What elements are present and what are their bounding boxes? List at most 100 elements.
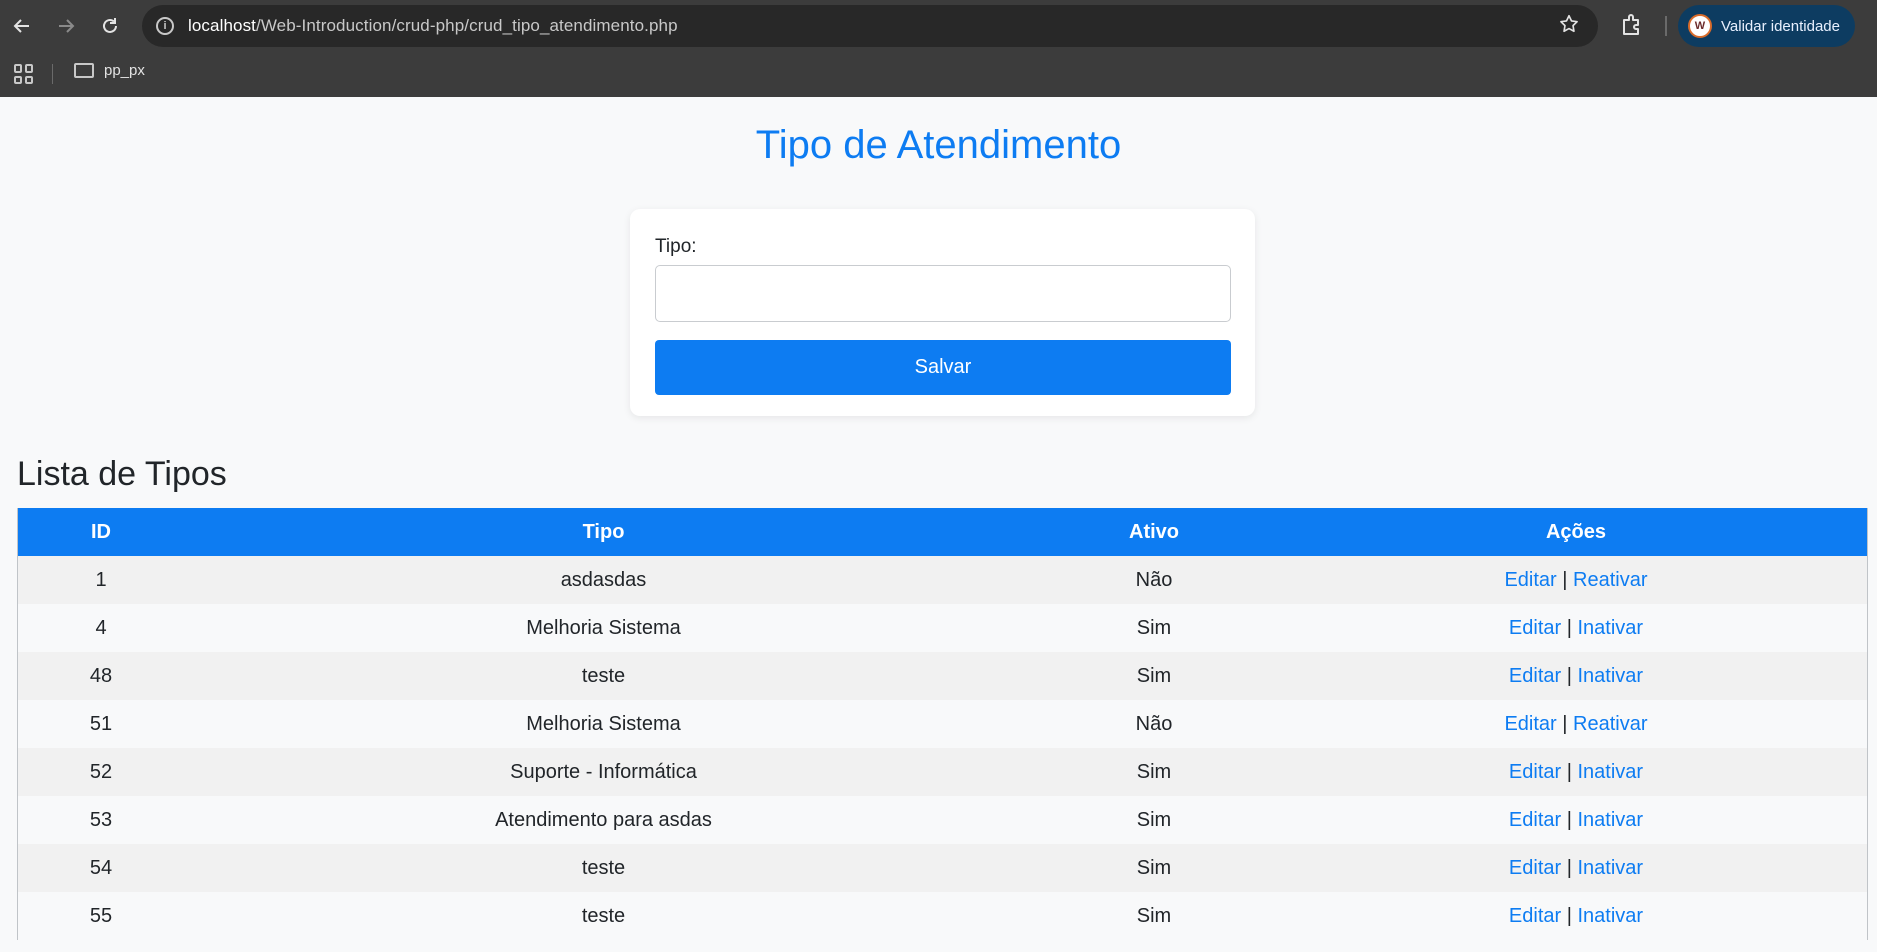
inactivate-link[interactable]: Inativar	[1577, 809, 1643, 831]
inactivate-link[interactable]: Inativar	[1577, 857, 1643, 879]
edit-link[interactable]: Editar	[1509, 905, 1561, 927]
action-separator: |	[1562, 712, 1568, 735]
cell-acoes: Editar | Inativar	[1285, 748, 1867, 796]
cell-acoes: Editar | Inativar	[1285, 652, 1867, 700]
inactivate-link[interactable]: Inativar	[1577, 905, 1643, 927]
browser-chrome: i localhost/Web-Introduction/crud-php/cr…	[0, 0, 1877, 97]
url-host: localhost	[188, 16, 256, 35]
inactivate-link[interactable]: Inativar	[1577, 617, 1643, 639]
reactivate-link[interactable]: Reativar	[1573, 713, 1647, 735]
browser-toolbar: i localhost/Web-Introduction/crud-php/cr…	[0, 0, 1877, 52]
inactivate-link[interactable]: Inativar	[1577, 665, 1643, 687]
table-header-row: ID Tipo Ativo Ações	[18, 508, 1867, 556]
header-tipo: Tipo	[582, 520, 625, 543]
page-title: Tipo de Atendimento	[755, 123, 1122, 167]
table-row: 51 Melhoria Sistema Não Editar | Reativa…	[18, 700, 1867, 748]
header-ativo: Ativo	[1129, 520, 1179, 543]
table-row: 52 Suporte - Informática Sim Editar | In…	[18, 748, 1867, 796]
tipo-input[interactable]	[655, 265, 1231, 322]
cell-acoes: Editar | Reativar	[1285, 556, 1867, 604]
cell-ativo: Não	[1135, 712, 1173, 735]
apps-grid-icon[interactable]	[14, 64, 34, 84]
cell-tipo: Atendimento para asdas	[495, 808, 712, 831]
header-id: ID	[91, 520, 111, 543]
cell-ativo: Sim	[1136, 904, 1172, 927]
cell-id: 53	[89, 808, 113, 831]
header-acoes: Ações	[1545, 520, 1607, 543]
url-text[interactable]: localhost/Web-Introduction/crud-php/crud…	[188, 16, 678, 36]
list-title: Lista de Tipos	[17, 455, 227, 493]
table-row: 4 Melhoria Sistema Sim Editar | Inativar	[18, 604, 1867, 652]
table-row: 54 teste Sim Editar | Inativar	[18, 844, 1867, 892]
bookmarks-bar: pp_px	[0, 52, 1877, 97]
bookmarks-separator	[52, 64, 53, 84]
profile-button[interactable]: W Validar identidade	[1678, 5, 1855, 47]
cell-ativo: Sim	[1136, 760, 1172, 783]
edit-link[interactable]: Editar	[1509, 761, 1561, 783]
types-table-wrapper: ID Tipo Ativo Ações 1 asdasdas Não Edita…	[17, 508, 1868, 940]
tipo-label: Tipo:	[655, 236, 697, 257]
edit-link[interactable]: Editar	[1509, 665, 1561, 687]
cell-acoes: Editar | Inativar	[1285, 892, 1867, 940]
types-table: ID Tipo Ativo Ações 1 asdasdas Não Edita…	[18, 508, 1867, 940]
cell-tipo: Melhoria Sistema	[526, 712, 681, 735]
cell-id: 51	[89, 712, 113, 735]
edit-link[interactable]: Editar	[1504, 569, 1556, 591]
folder-icon	[74, 63, 94, 78]
table-row: 1 asdasdas Não Editar | Reativar	[18, 556, 1867, 604]
profile-label: Validar identidade	[1721, 17, 1840, 35]
address-bar[interactable]: i localhost/Web-Introduction/crud-php/cr…	[142, 5, 1598, 47]
table-row: 53 Atendimento para asdas Sim Editar | I…	[18, 796, 1867, 844]
cell-tipo: teste	[581, 904, 626, 927]
edit-link[interactable]: Editar	[1509, 857, 1561, 879]
cell-id: 52	[89, 760, 113, 783]
back-icon[interactable]	[0, 0, 44, 52]
cell-tipo: teste	[581, 856, 626, 879]
cell-ativo: Sim	[1136, 664, 1172, 687]
forward-icon[interactable]	[44, 0, 88, 52]
cell-id: 55	[89, 904, 113, 927]
cell-tipo: teste	[581, 664, 626, 687]
edit-link[interactable]: Editar	[1509, 617, 1561, 639]
cell-ativo: Sim	[1136, 808, 1172, 831]
action-separator: |	[1566, 904, 1572, 927]
cell-id: 4	[95, 616, 107, 639]
edit-link[interactable]: Editar	[1509, 809, 1561, 831]
cell-acoes: Editar | Inativar	[1285, 844, 1867, 892]
cell-tipo: Melhoria Sistema	[526, 616, 681, 639]
table-row: 55 teste Sim Editar | Inativar	[18, 892, 1867, 940]
bookmark-star-icon[interactable]	[1558, 13, 1580, 41]
cell-acoes: Editar | Inativar	[1285, 604, 1867, 652]
profile-avatar: W	[1688, 14, 1712, 38]
url-path: /Web-Introduction/crud-php/crud_tipo_ate…	[256, 16, 678, 35]
bookmark-folder-label: pp_px	[104, 62, 145, 79]
cell-tipo: Suporte - Informática	[510, 760, 697, 783]
action-separator: |	[1566, 616, 1572, 639]
action-separator: |	[1562, 568, 1568, 591]
form-card: Tipo: Salvar	[630, 209, 1255, 416]
cell-ativo: Sim	[1136, 856, 1172, 879]
toolbar-separator	[1665, 16, 1667, 36]
site-info-icon[interactable]: i	[156, 17, 174, 35]
action-separator: |	[1566, 664, 1572, 687]
reactivate-link[interactable]: Reativar	[1573, 569, 1647, 591]
cell-id: 54	[89, 856, 113, 879]
cell-acoes: Editar | Inativar	[1285, 796, 1867, 844]
cell-tipo: asdasdas	[560, 568, 647, 591]
action-separator: |	[1566, 856, 1572, 879]
cell-id: 48	[89, 664, 113, 687]
save-button[interactable]: Salvar	[655, 340, 1231, 395]
cell-ativo: Sim	[1136, 616, 1172, 639]
cell-id: 1	[95, 568, 107, 591]
bookmark-folder[interactable]: pp_px	[74, 62, 145, 79]
table-row: 48 teste Sim Editar | Inativar	[18, 652, 1867, 700]
edit-link[interactable]: Editar	[1504, 713, 1556, 735]
reload-icon[interactable]	[88, 0, 132, 52]
action-separator: |	[1566, 808, 1572, 831]
cell-acoes: Editar | Reativar	[1285, 700, 1867, 748]
inactivate-link[interactable]: Inativar	[1577, 761, 1643, 783]
action-separator: |	[1566, 760, 1572, 783]
cell-ativo: Não	[1135, 568, 1173, 591]
page-content: Tipo de Atendimento Tipo: Salvar Lista d…	[0, 97, 1877, 952]
extensions-icon[interactable]	[1618, 11, 1646, 39]
